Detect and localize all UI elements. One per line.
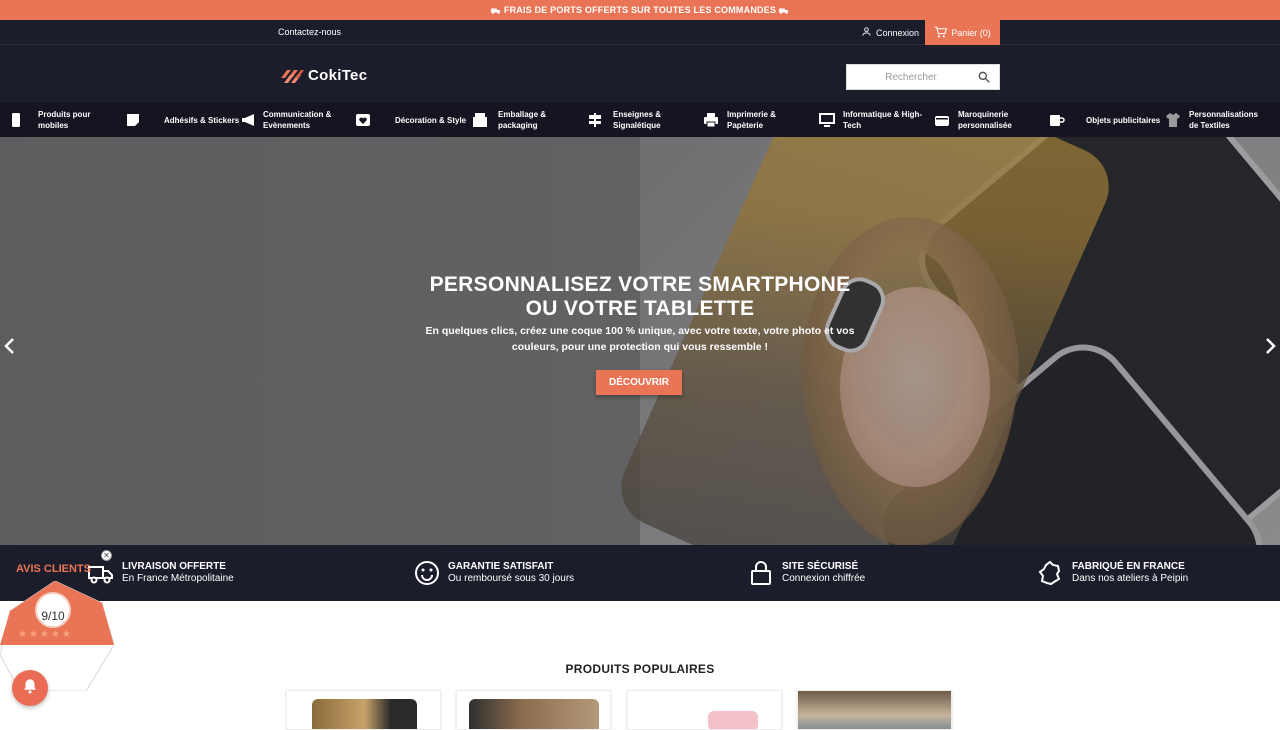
login-link[interactable]: Connexion bbox=[861, 20, 919, 45]
discover-button[interactable]: DÉCOUVRIR bbox=[596, 370, 682, 395]
product-card[interactable] bbox=[286, 690, 441, 730]
smiley-icon bbox=[414, 560, 440, 586]
nav-item-emballage[interactable]: Emballage & packaging bbox=[472, 103, 578, 137]
hero-title-line2: OU VOTRE TABLETTE bbox=[525, 297, 755, 320]
signpost-icon bbox=[587, 112, 603, 128]
wallet-icon bbox=[934, 112, 950, 128]
nav-label: Objets publicitaires bbox=[1086, 115, 1161, 125]
hero-title-line1: PERSONNALISEZ VOTRE SMARTPHONE bbox=[429, 273, 851, 296]
star-icon: ★ bbox=[61, 629, 71, 640]
review-stars: ★ ★ ★ ★ ★ bbox=[18, 629, 71, 640]
carousel-next-arrow-icon[interactable] bbox=[1264, 337, 1278, 355]
tshirt-icon bbox=[1165, 112, 1181, 128]
logo-mark-icon bbox=[279, 66, 305, 84]
nav-item-enseignes[interactable]: Enseignes & Signalétique bbox=[587, 103, 693, 137]
search-input[interactable] bbox=[847, 65, 975, 89]
hero-carousel: PERSONNALISEZ VOTRE SMARTPHONE OU VOTRE … bbox=[0, 137, 1280, 545]
sticker-icon bbox=[125, 112, 141, 128]
monitor-icon bbox=[819, 112, 835, 128]
nav-label: Informatique & High-Tech bbox=[843, 110, 923, 130]
feature-subtitle: En France Métropolitaine bbox=[122, 573, 234, 584]
feature-made-in-france: FABRIQUÉ EN FRANCE Dans nos ateliers à P… bbox=[1038, 545, 1188, 601]
bell-icon bbox=[21, 677, 39, 700]
popular-products-title: PRODUITS POPULAIRES bbox=[565, 662, 715, 676]
nav-item-decoration[interactable]: Décoration & Style bbox=[355, 103, 466, 137]
nav-item-stickers[interactable]: Adhésifs & Stickers bbox=[125, 103, 239, 137]
carousel-prev-arrow-icon[interactable] bbox=[2, 337, 16, 355]
feature-subtitle: Ou remboursé sous 30 jours bbox=[448, 573, 575, 584]
promo-bar: FRAIS DE PORTS OFFERTS SUR TOUTES LES CO… bbox=[0, 0, 1280, 20]
product-card[interactable] bbox=[627, 690, 782, 730]
feature-title: LIVRAISON OFFERTE bbox=[122, 561, 226, 572]
star-icon: ★ bbox=[28, 629, 38, 640]
megaphone-icon bbox=[241, 112, 257, 128]
top-bar: Contactez-nous Connexion Panier (0) bbox=[0, 20, 1280, 45]
box-icon bbox=[472, 112, 488, 128]
features-bar: LIVRAISON OFFERTE En France Métropolitai… bbox=[0, 545, 1280, 601]
product-image bbox=[798, 691, 951, 729]
nav-item-textiles[interactable]: Personnalisations de Textiles bbox=[1165, 103, 1269, 137]
product-card[interactable] bbox=[797, 690, 952, 730]
nav-item-maroquinerie[interactable]: Maroquinerie personnalisée bbox=[934, 103, 1038, 137]
nav-label: Maroquinerie personnalisée bbox=[958, 110, 1012, 130]
cart-label: Panier (0) bbox=[951, 27, 991, 38]
review-score: 9/10 bbox=[41, 609, 65, 623]
cart-icon bbox=[934, 26, 948, 40]
printer-icon bbox=[703, 112, 719, 128]
lock-icon bbox=[748, 560, 774, 586]
product-image bbox=[469, 699, 599, 729]
close-icon[interactable]: ✕ bbox=[101, 550, 112, 561]
feature-secure: SITE SÉCURISÉ Connexion chiffrée bbox=[748, 545, 865, 601]
nav-label: Enseignes & Signalétique bbox=[613, 110, 662, 130]
nav-item-communication[interactable]: Communication & Evènements bbox=[241, 103, 343, 137]
cart-button[interactable]: Panier (0) bbox=[925, 20, 1000, 45]
phone-icon bbox=[8, 112, 24, 128]
header: CokiTec bbox=[0, 45, 1280, 103]
nav-label: Personnalisations de Textiles bbox=[1189, 110, 1258, 130]
logo[interactable]: CokiTec bbox=[279, 66, 367, 84]
heart-icon bbox=[355, 112, 371, 128]
nav-label: Emballage & packaging bbox=[498, 110, 547, 130]
truck-icon bbox=[490, 7, 501, 14]
user-icon bbox=[861, 26, 872, 39]
nav-label: Imprimerie & Papèterie bbox=[727, 110, 776, 130]
nav-label: Adhésifs & Stickers bbox=[164, 115, 240, 125]
truck-icon bbox=[779, 7, 789, 14]
login-label: Connexion bbox=[876, 27, 920, 38]
reviews-title: AVIS CLIENTS bbox=[16, 563, 91, 575]
feature-subtitle: Connexion chiffrée bbox=[782, 573, 866, 584]
nav-item-informatique[interactable]: Informatique & High-Tech bbox=[819, 103, 923, 137]
feature-guarantee: GARANTIE SATISFAIT Ou remboursé sous 30 … bbox=[414, 545, 574, 601]
nav-item-imprimerie[interactable]: Imprimerie & Papèterie bbox=[703, 103, 807, 137]
star-icon: ★ bbox=[18, 629, 27, 640]
feature-subtitle: Dans nos ateliers à Peipin bbox=[1072, 573, 1189, 584]
mug-icon bbox=[1049, 112, 1065, 128]
feature-title: SITE SÉCURISÉ bbox=[782, 561, 859, 572]
nav-item-objets[interactable]: Objets publicitaires bbox=[1049, 103, 1160, 137]
contact-link[interactable]: Contactez-nous bbox=[278, 27, 341, 37]
nav-item-mobiles[interactable]: Produits pour mobiles bbox=[8, 103, 118, 137]
notification-bell-button[interactable] bbox=[12, 670, 48, 706]
nav-label: Décoration & Style bbox=[395, 115, 467, 125]
category-nav: Produits pour mobiles Adhésifs & Sticker… bbox=[0, 103, 1280, 137]
logo-text: CokiTec bbox=[308, 66, 368, 84]
product-image bbox=[312, 699, 417, 729]
france-map-icon bbox=[1038, 560, 1064, 586]
search-box bbox=[846, 64, 1000, 90]
search-icon[interactable] bbox=[977, 70, 991, 84]
hero-text: En quelques clics, créez une coque 100 %… bbox=[425, 325, 855, 353]
hero-title: PERSONNALISEZ VOTRE SMARTPHONE OU VOTRE … bbox=[390, 273, 890, 321]
customer-reviews-widget[interactable]: AVIS CLIENTS ✕ 9/10 ★ ★ ★ ★ ★ bbox=[0, 548, 130, 720]
nav-label: Communication & Evènements bbox=[263, 110, 332, 130]
feature-title: FABRIQUÉ EN FRANCE bbox=[1072, 561, 1185, 572]
promo-text: FRAIS DE PORTS OFFERTS SUR TOUTES LES CO… bbox=[503, 5, 777, 15]
feature-title: GARANTIE SATISFAIT bbox=[448, 561, 554, 572]
product-image bbox=[708, 711, 758, 729]
nav-label: Produits pour mobiles bbox=[38, 110, 91, 130]
star-icon: ★ bbox=[39, 629, 49, 640]
star-icon: ★ bbox=[50, 629, 60, 640]
product-card[interactable] bbox=[456, 690, 611, 730]
